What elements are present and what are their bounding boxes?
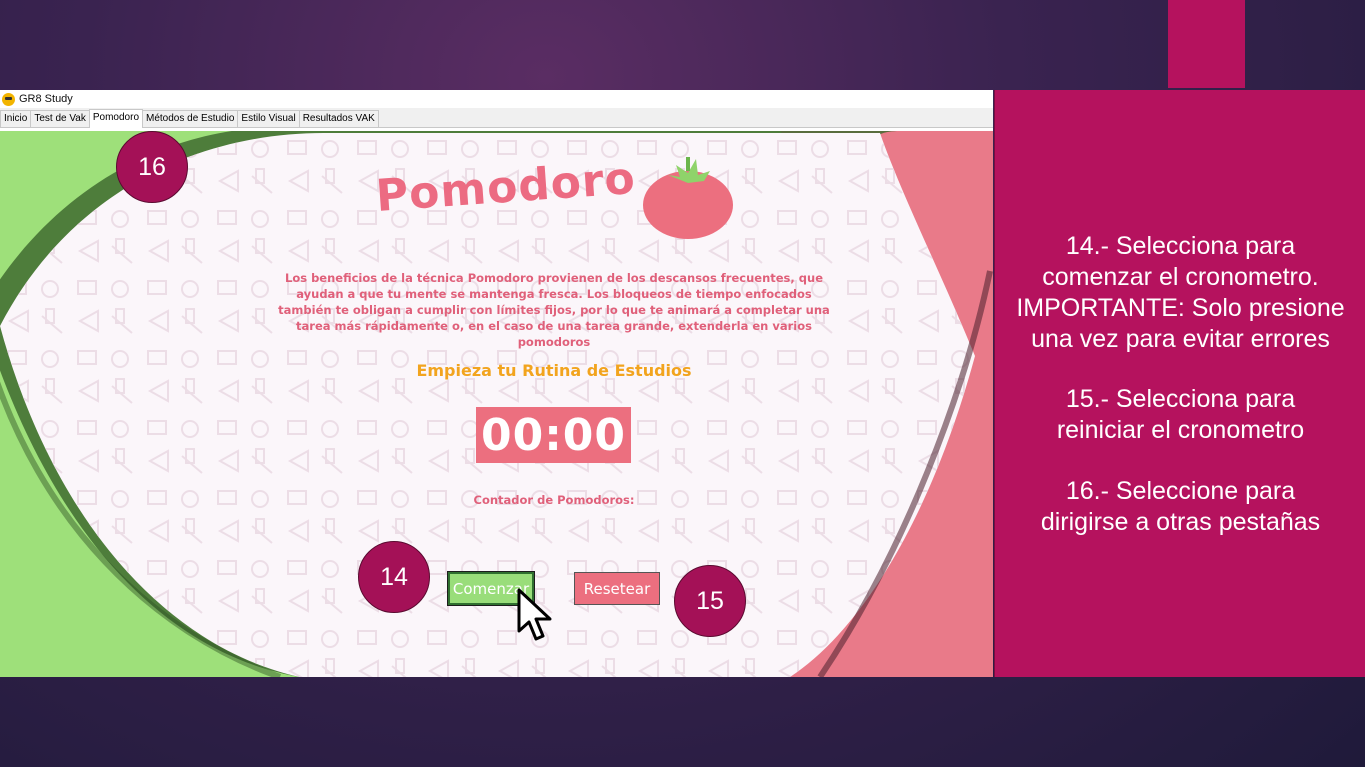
routine-subtitle: Empieza tu Rutina de Estudios bbox=[416, 361, 692, 380]
tab-bar: Inicio Test de Vak Pomodoro Métodos de E… bbox=[0, 108, 993, 128]
instruction-step-14: 14.- Selecciona para comenzar el cronome… bbox=[995, 231, 1365, 355]
tab-estilo-visual[interactable]: Estilo Visual bbox=[237, 110, 300, 127]
instruction-line: una vez para evitar errores bbox=[1031, 325, 1330, 353]
pomodoro-content: Pomodoro Los beneficios de la técnica Po… bbox=[0, 131, 993, 677]
tab-test-de-vak[interactable]: Test de Vak bbox=[30, 110, 90, 127]
mouse-pointer-icon bbox=[517, 588, 552, 641]
tab-metodos-de-estudio[interactable]: Métodos de Estudio bbox=[142, 110, 239, 127]
tab-pomodoro[interactable]: Pomodoro bbox=[88, 109, 144, 128]
instruction-step-16: 16.- Seleccione para dirigirse a otras p… bbox=[995, 476, 1365, 538]
instruction-line: IMPORTANTE: Solo presione bbox=[1016, 294, 1345, 322]
instruction-line: comenzar el cronometro. bbox=[1042, 263, 1319, 291]
app-icon bbox=[2, 92, 15, 106]
instruction-step-15: 15.- Selecciona para reiniciar el cronom… bbox=[995, 384, 1365, 446]
page-title: Pomodoro bbox=[374, 152, 638, 222]
annotation-badge-15: 15 bbox=[674, 565, 746, 637]
window-title: GR8 Study bbox=[19, 93, 73, 105]
instruction-line: dirigirse a otras pestañas bbox=[1040, 508, 1321, 536]
instruction-line: reiniciar el cronometro bbox=[1056, 416, 1305, 444]
tab-resultados-vak[interactable]: Resultados VAK bbox=[298, 110, 379, 127]
instruction-line: 15.- Selecciona para bbox=[1065, 385, 1296, 413]
title-bar: GR8 Study bbox=[0, 90, 993, 108]
instruction-line: 14.- Selecciona para bbox=[1065, 232, 1296, 260]
app-window: GR8 Study Inicio Test de Vak Pomodoro Mé… bbox=[0, 90, 993, 677]
instruction-line: 16.- Seleccione para bbox=[1065, 477, 1296, 505]
tab-inicio[interactable]: Inicio bbox=[0, 110, 32, 127]
timer-display: 00:00 bbox=[476, 407, 631, 463]
reset-button[interactable]: Resetear bbox=[574, 572, 660, 605]
pomodoro-canvas: Pomodoro Los beneficios de la técnica Po… bbox=[0, 131, 993, 677]
annotation-badge-16: 16 bbox=[116, 131, 188, 203]
annotation-badge-14: 14 bbox=[358, 541, 430, 613]
pomodoro-description: Los beneficios de la técnica Pomodoro pr… bbox=[278, 271, 830, 349]
pomodoro-counter-label: Contador de Pomodoros: bbox=[473, 493, 635, 507]
top-accent-tab bbox=[1168, 0, 1245, 88]
tomato-icon bbox=[643, 157, 733, 239]
instructions-panel: 14.- Selecciona para comenzar el cronome… bbox=[994, 90, 1365, 677]
